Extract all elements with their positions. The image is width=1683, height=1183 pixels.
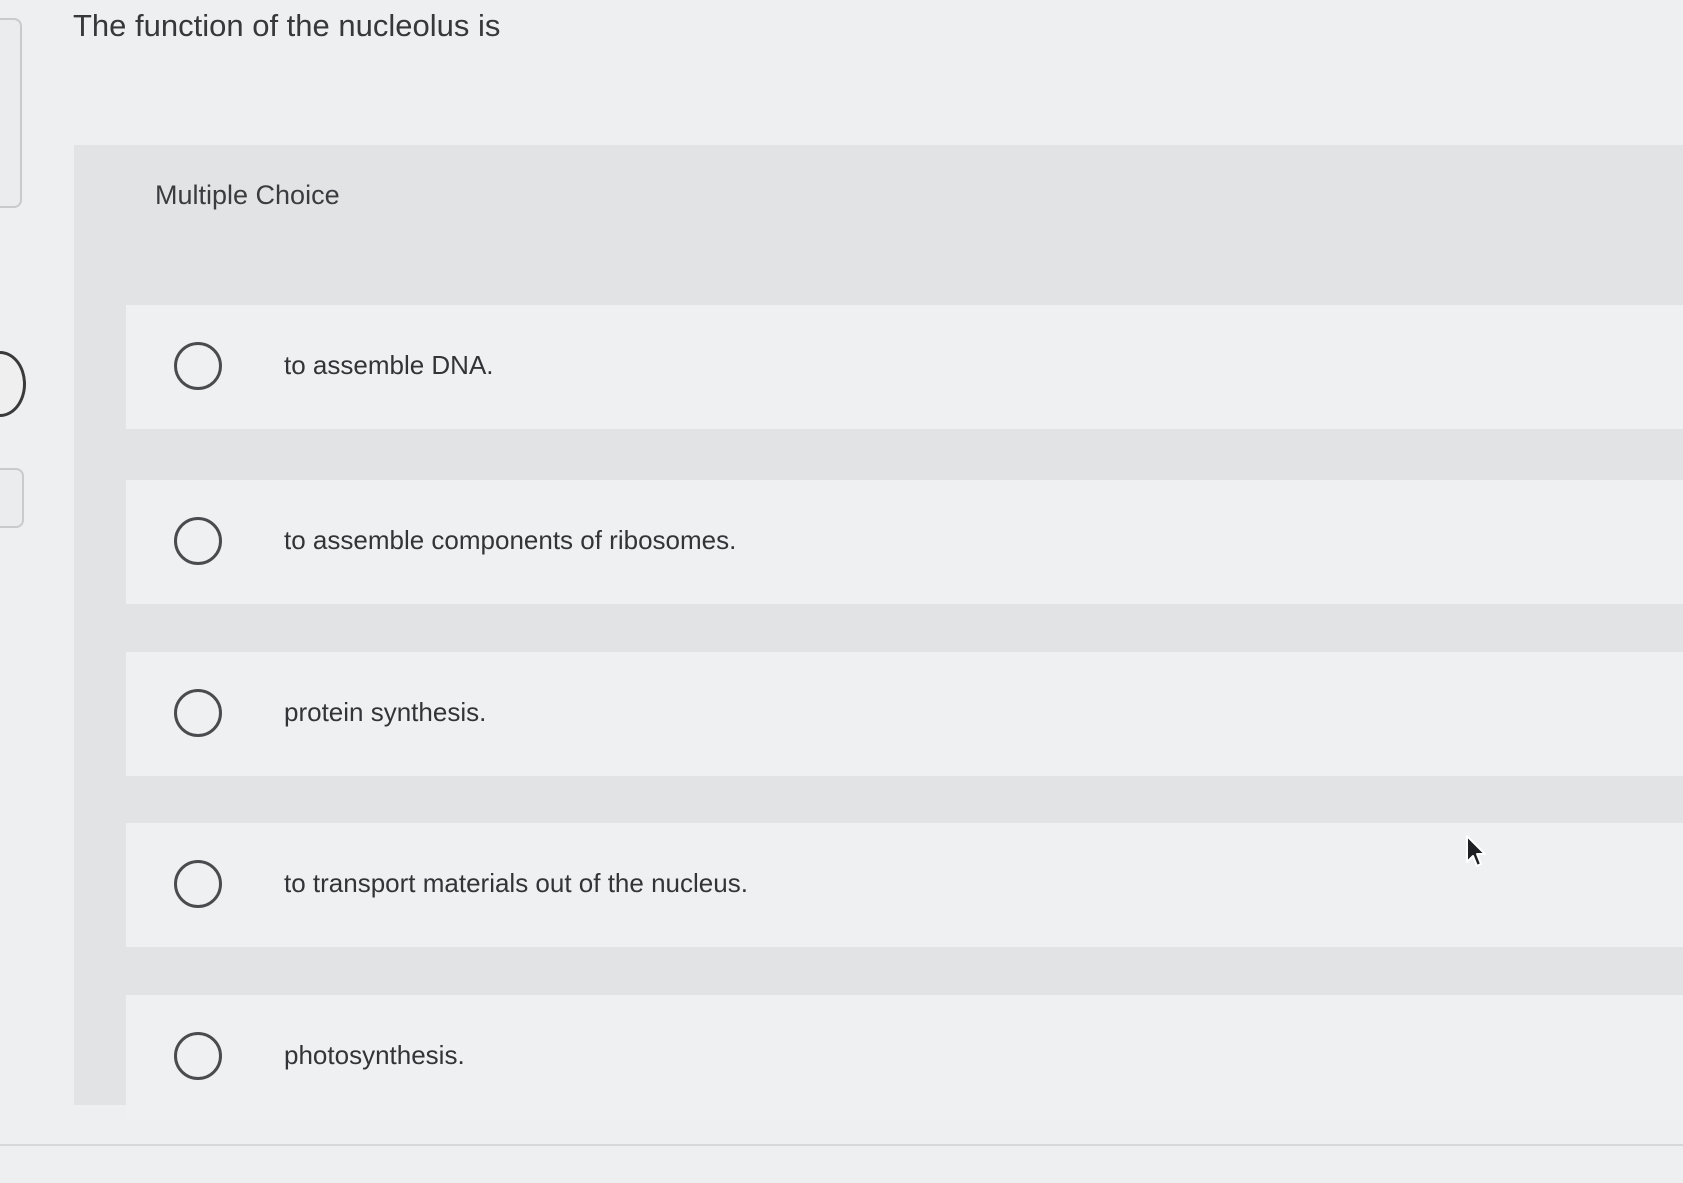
side-nav-button[interactable]	[0, 351, 26, 417]
radio-unselected-icon[interactable]	[174, 1032, 222, 1080]
radio-unselected-icon[interactable]	[174, 517, 222, 565]
answer-option-2[interactable]: to assemble components of ribosomes.	[126, 480, 1683, 604]
answer-option-3[interactable]: protein synthesis.	[126, 652, 1683, 776]
answer-label: to transport materials out of the nucleu…	[284, 868, 748, 898]
question-text: The function of the nucleolus is	[73, 8, 501, 43]
radio-unselected-icon[interactable]	[174, 689, 222, 737]
answer-option-1[interactable]: to assemble DNA.	[126, 305, 1683, 429]
answer-option-5[interactable]: photosynthesis.	[126, 995, 1683, 1119]
left-edge-tab-small	[0, 468, 24, 528]
footer-divider	[0, 1144, 1683, 1146]
answer-option-4[interactable]: to transport materials out of the nucleu…	[126, 823, 1683, 947]
radio-unselected-icon[interactable]	[174, 860, 222, 908]
answer-options: to assemble DNA. to assemble components …	[126, 305, 1683, 1119]
mouse-pointer-icon	[1466, 835, 1486, 867]
answer-label: to assemble DNA.	[284, 350, 494, 380]
answer-label: photosynthesis.	[284, 1040, 465, 1070]
question-type-label: Multiple Choice	[155, 180, 340, 210]
answer-label: to assemble components of ribosomes.	[284, 525, 737, 555]
multiple-choice-panel: Multiple Choice to assemble DNA. to asse…	[74, 145, 1683, 1119]
radio-unselected-icon[interactable]	[174, 342, 222, 390]
answer-label: protein synthesis.	[284, 697, 487, 727]
left-edge-tab	[0, 18, 22, 208]
